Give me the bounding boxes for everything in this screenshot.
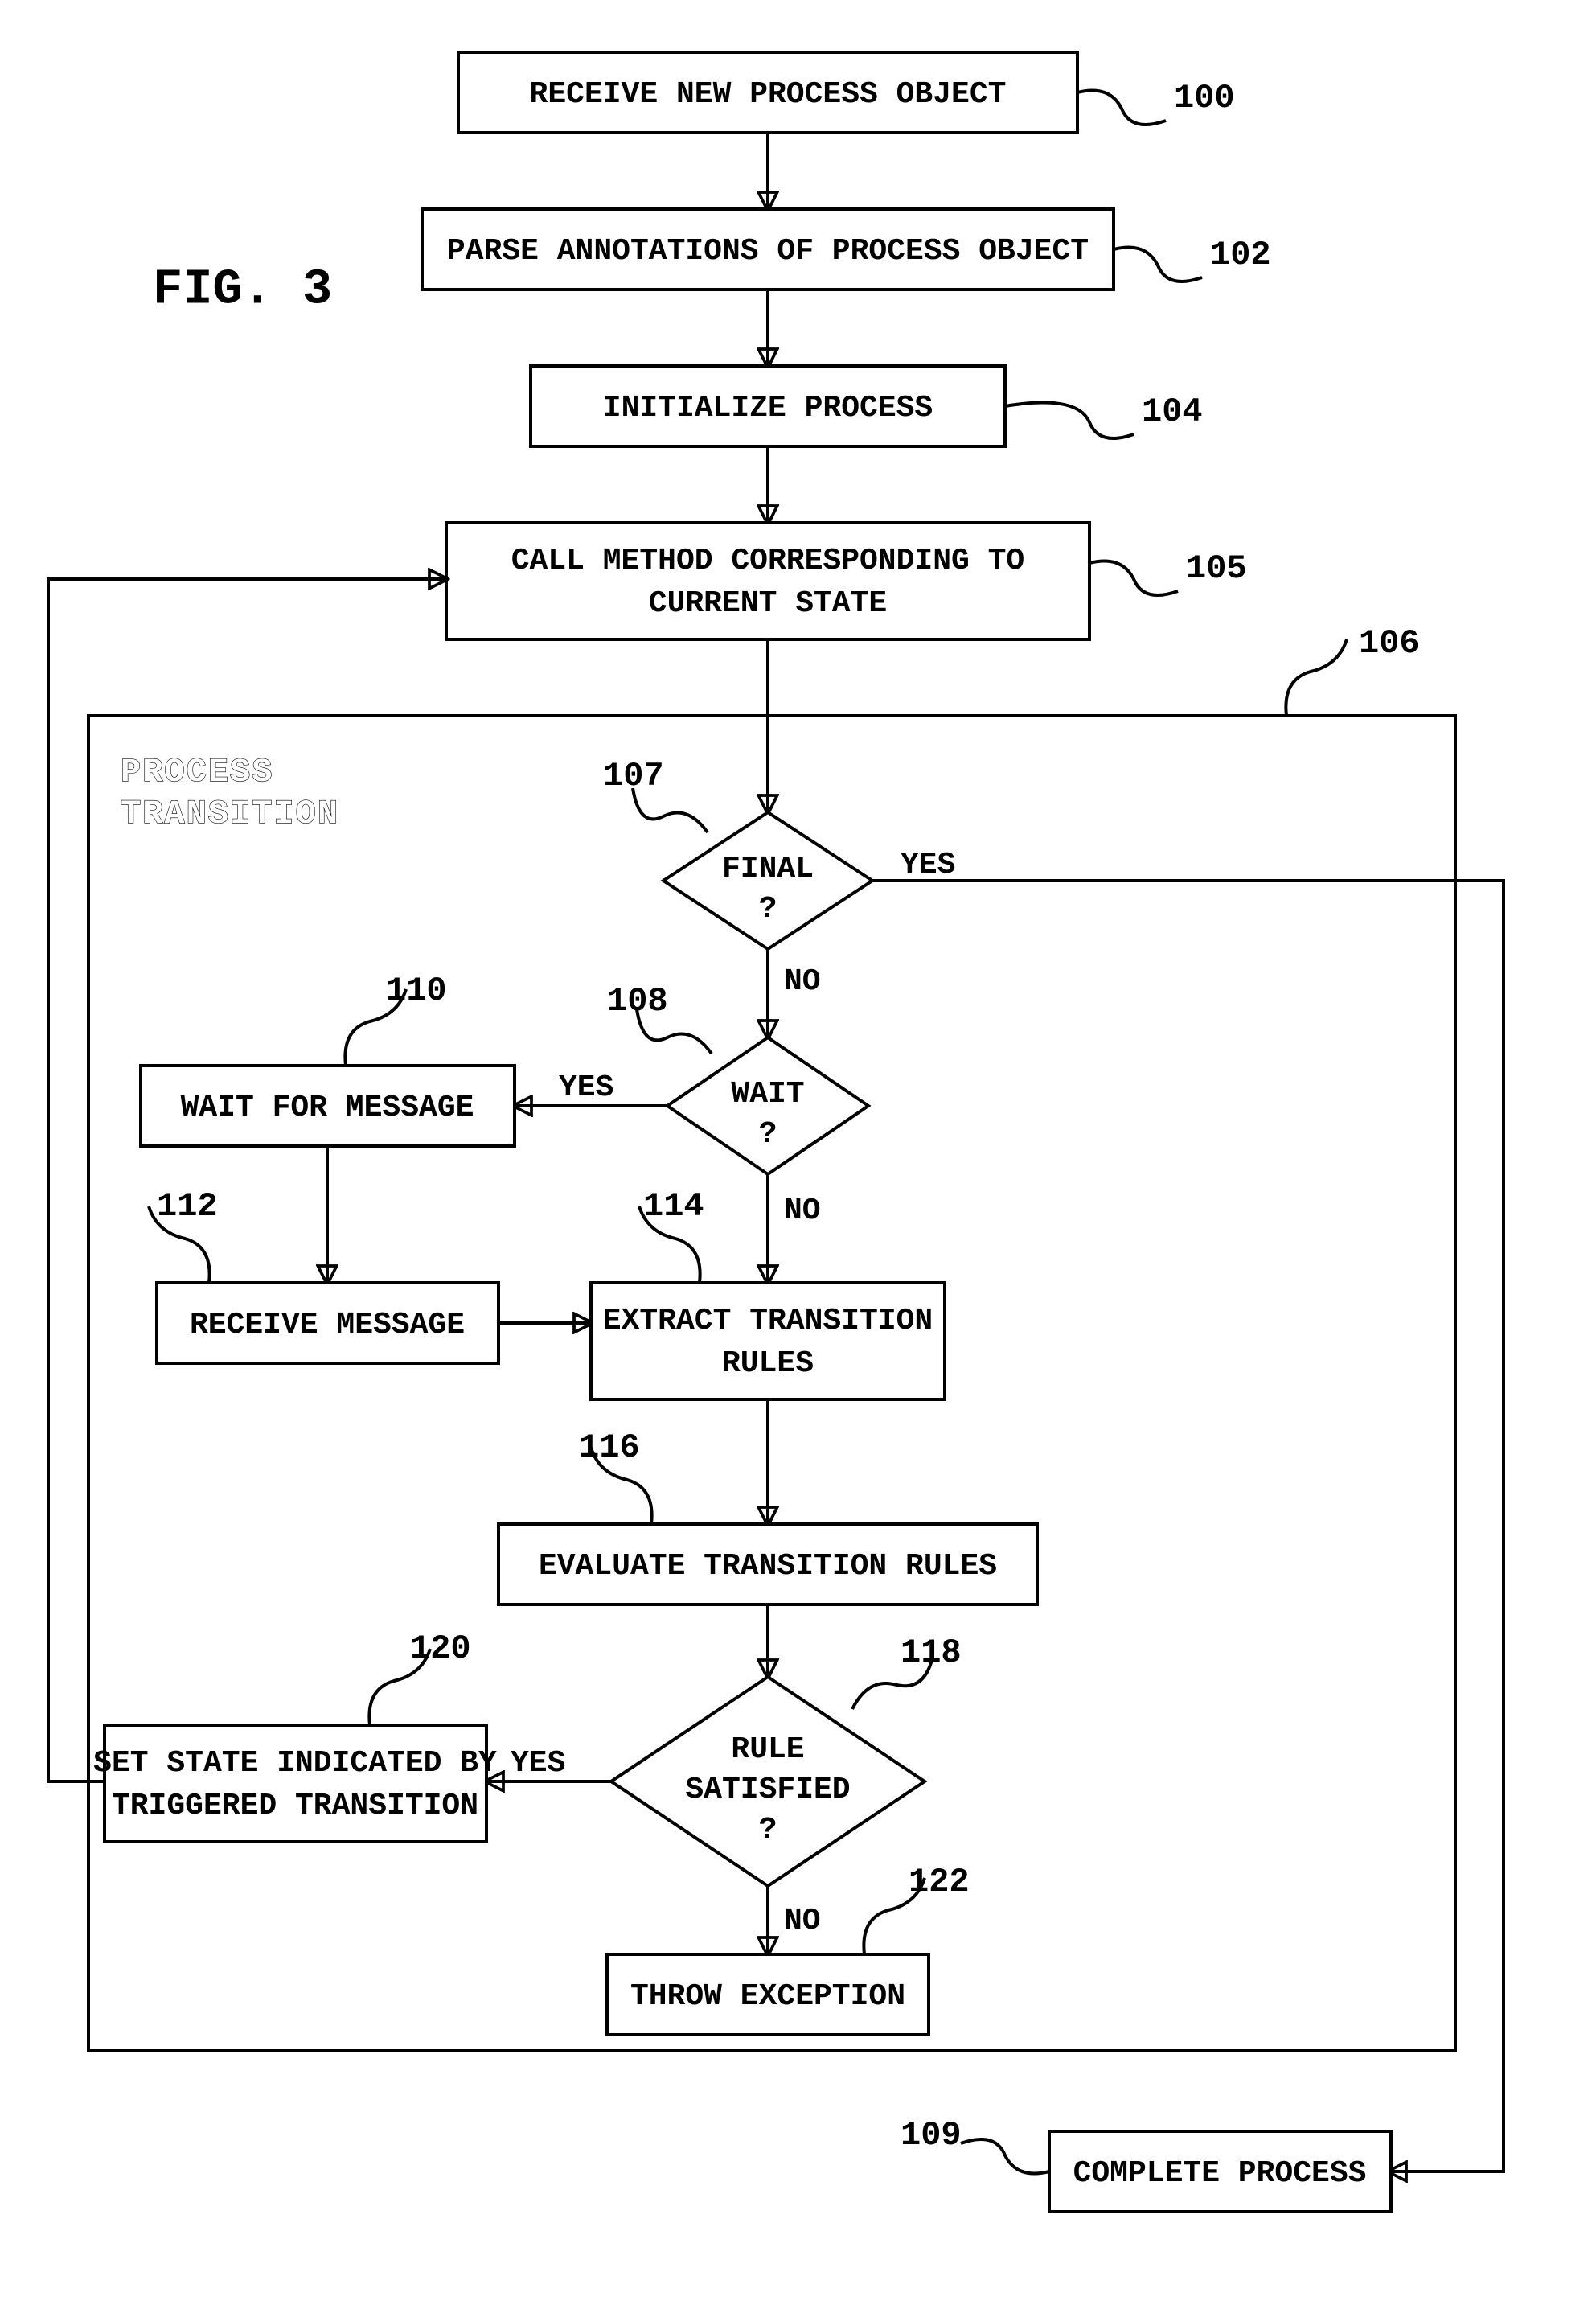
svg-text:PARSE ANNOTATIONS OF PROCESS O: PARSE ANNOTATIONS OF PROCESS OBJECT	[447, 234, 1089, 269]
step-112: RECEIVE MESSAGE 112	[149, 1187, 498, 1363]
svg-text:EVALUATE TRANSITION RULES: EVALUATE TRANSITION RULES	[539, 1549, 997, 1584]
svg-text:WAIT FOR MESSAGE: WAIT FOR MESSAGE	[181, 1091, 474, 1125]
svg-text:FINAL: FINAL	[722, 852, 814, 886]
svg-text:?: ?	[759, 1117, 777, 1152]
svg-text:?: ?	[759, 892, 777, 927]
step-102: PARSE ANNOTATIONS OF PROCESS OBJECT 102	[422, 209, 1271, 290]
ref-100: 100	[1174, 79, 1235, 117]
ref-106: 106	[1359, 624, 1420, 663]
step-110: WAIT FOR MESSAGE 110	[141, 972, 515, 1146]
svg-text:WAIT: WAIT	[731, 1077, 804, 1111]
svg-text:SET STATE INDICATED BY: SET STATE INDICATED BY	[93, 1746, 497, 1781]
decision-108: WAIT ? 108	[607, 982, 868, 1174]
step-122: THROW EXCEPTION 122	[607, 1863, 970, 2035]
label-108-no: NO	[784, 1194, 821, 1228]
label-107-no: NO	[784, 964, 821, 999]
svg-text:TRIGGERED TRANSITION: TRIGGERED TRANSITION	[112, 1789, 478, 1823]
flowchart: FIG. 3 RECEIVE NEW PROCESS OBJECT 100 PA…	[0, 0, 1596, 2305]
label-118-no: NO	[784, 1904, 821, 1938]
svg-text:?: ?	[759, 1813, 777, 1847]
ref-107: 107	[603, 757, 664, 795]
ref-112: 112	[157, 1187, 218, 1226]
svg-text:EXTRACT TRANSITION: EXTRACT TRANSITION	[603, 1304, 933, 1338]
svg-text:RECEIVE NEW PROCESS OBJECT: RECEIVE NEW PROCESS OBJECT	[530, 77, 1007, 112]
step-105: CALL METHOD CORRESPONDING TO CURRENT STA…	[446, 523, 1247, 639]
svg-text:THROW EXCEPTION: THROW EXCEPTION	[630, 1979, 905, 2014]
svg-text:RULES: RULES	[722, 1346, 814, 1381]
svg-text:INITIALIZE PROCESS: INITIALIZE PROCESS	[603, 391, 933, 425]
ref-116: 116	[579, 1428, 640, 1467]
label-108-yes: YES	[559, 1070, 613, 1105]
ref-108: 108	[607, 982, 668, 1021]
step-104: INITIALIZE PROCESS 104	[531, 366, 1203, 446]
ref-105: 105	[1186, 549, 1247, 588]
frame-label-1: PROCESS	[121, 753, 273, 791]
step-100: RECEIVE NEW PROCESS OBJECT 100	[458, 52, 1235, 133]
ref-104: 104	[1142, 392, 1203, 431]
svg-text:CURRENT STATE: CURRENT STATE	[649, 586, 887, 621]
svg-text:COMPLETE PROCESS: COMPLETE PROCESS	[1073, 2156, 1367, 2191]
figure-label: FIG. 3	[153, 261, 332, 318]
step-109: COMPLETE PROCESS 109	[901, 2116, 1391, 2212]
ref-114: 114	[643, 1187, 704, 1226]
ref-122: 122	[909, 1863, 970, 1901]
svg-text:SATISFIED: SATISFIED	[685, 1773, 850, 1807]
ref-110: 110	[386, 972, 447, 1010]
decision-107: FINAL ? 107	[603, 757, 872, 949]
ref-102: 102	[1210, 236, 1271, 274]
ref-109: 109	[901, 2116, 962, 2155]
label-107-yes: YES	[901, 848, 955, 882]
decision-118: RULE SATISFIED ? 118	[611, 1633, 962, 1886]
svg-text:CALL METHOD CORRESPONDING TO: CALL METHOD CORRESPONDING TO	[511, 544, 1025, 578]
ref-118: 118	[901, 1633, 962, 1672]
svg-text:RECEIVE MESSAGE: RECEIVE MESSAGE	[190, 1308, 465, 1342]
ref-120: 120	[410, 1629, 471, 1668]
frame-label-2: TRANSITION	[121, 795, 339, 833]
svg-text:RULE: RULE	[731, 1732, 804, 1767]
label-118-yes: YES	[511, 1746, 565, 1781]
step-120: SET STATE INDICATED BY TRIGGERED TRANSIT…	[93, 1629, 497, 1842]
